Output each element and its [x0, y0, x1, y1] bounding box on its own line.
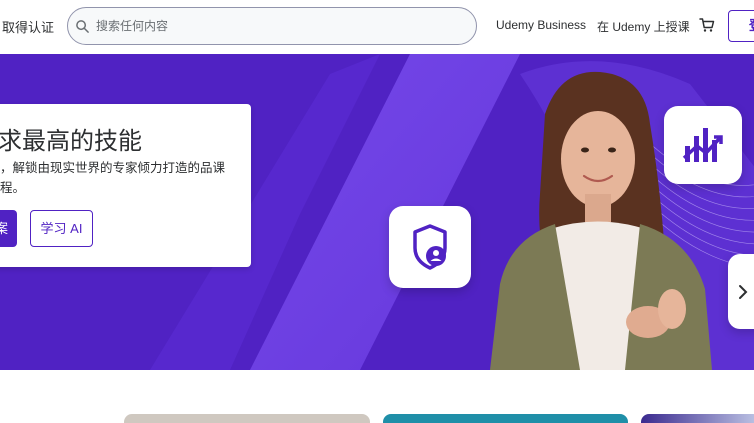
login-button[interactable]: 登 — [728, 10, 754, 42]
arrow-right-icon — [739, 285, 748, 299]
cart-icon[interactable] — [699, 17, 715, 33]
search-icon — [76, 20, 89, 33]
hero-subtitle: ，解锁由现实世界的专家倾力打造的品课程。 — [0, 161, 226, 195]
hero-text-card: 求最高的技能 ，解锁由现实世界的专家倾力打造的品课程。 案 学习 AI — [0, 104, 251, 267]
shield-user-icon — [413, 224, 447, 270]
chart-tile — [664, 106, 742, 184]
shield-tile — [389, 206, 471, 288]
course-card-2[interactable] — [383, 414, 628, 423]
hero-banner: 求最高的技能 ，解锁由现实世界的专家倾力打造的品课程。 案 学习 AI — [0, 54, 754, 370]
course-card-3[interactable] — [641, 414, 754, 423]
nav-explore-link[interactable]: 取得认证 — [2, 17, 54, 36]
chart-growth-icon — [682, 128, 723, 162]
udemy-business-link[interactable]: Udemy Business — [496, 18, 586, 32]
search-input[interactable] — [96, 17, 456, 35]
search-bar[interactable] — [67, 7, 477, 45]
top-header: 取得认证 Udemy Business 在 Udemy 上授课 登 — [0, 0, 754, 54]
next-slide-button[interactable] — [728, 254, 754, 329]
teach-on-udemy-link[interactable]: 在 Udemy 上授课 — [597, 18, 690, 35]
hero-title: 求最高的技能 — [0, 128, 142, 155]
plans-button[interactable]: 案 — [0, 210, 17, 247]
learn-ai-button[interactable]: 学习 AI — [30, 210, 93, 247]
course-card-1[interactable] — [124, 414, 370, 423]
